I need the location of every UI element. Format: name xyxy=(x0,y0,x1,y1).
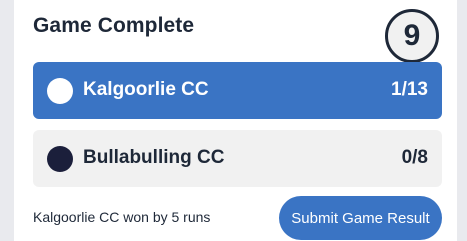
team-row-winner: Kalgoorlie CC 1/13 xyxy=(33,62,442,119)
team-name: Kalgoorlie CC xyxy=(83,79,209,100)
round-number-badge: 9 xyxy=(385,9,439,63)
page-title: Game Complete xyxy=(33,14,195,37)
team-row-loser: Bullabulling CC 0/8 xyxy=(33,130,442,187)
game-complete-card: Game Complete 9 Kalgoorlie CC 1/13 Bulla… xyxy=(14,0,457,241)
team-name: Bullabulling CC xyxy=(83,147,225,168)
submit-game-result-button[interactable]: Submit Game Result xyxy=(279,196,442,240)
team-color-dot-icon xyxy=(47,78,73,104)
team-score: 0/8 xyxy=(401,147,428,168)
team-color-dot-icon xyxy=(47,146,73,172)
team-score: 1/13 xyxy=(391,79,428,100)
game-result-text: Kalgoorlie CC won by 5 runs xyxy=(33,209,211,225)
